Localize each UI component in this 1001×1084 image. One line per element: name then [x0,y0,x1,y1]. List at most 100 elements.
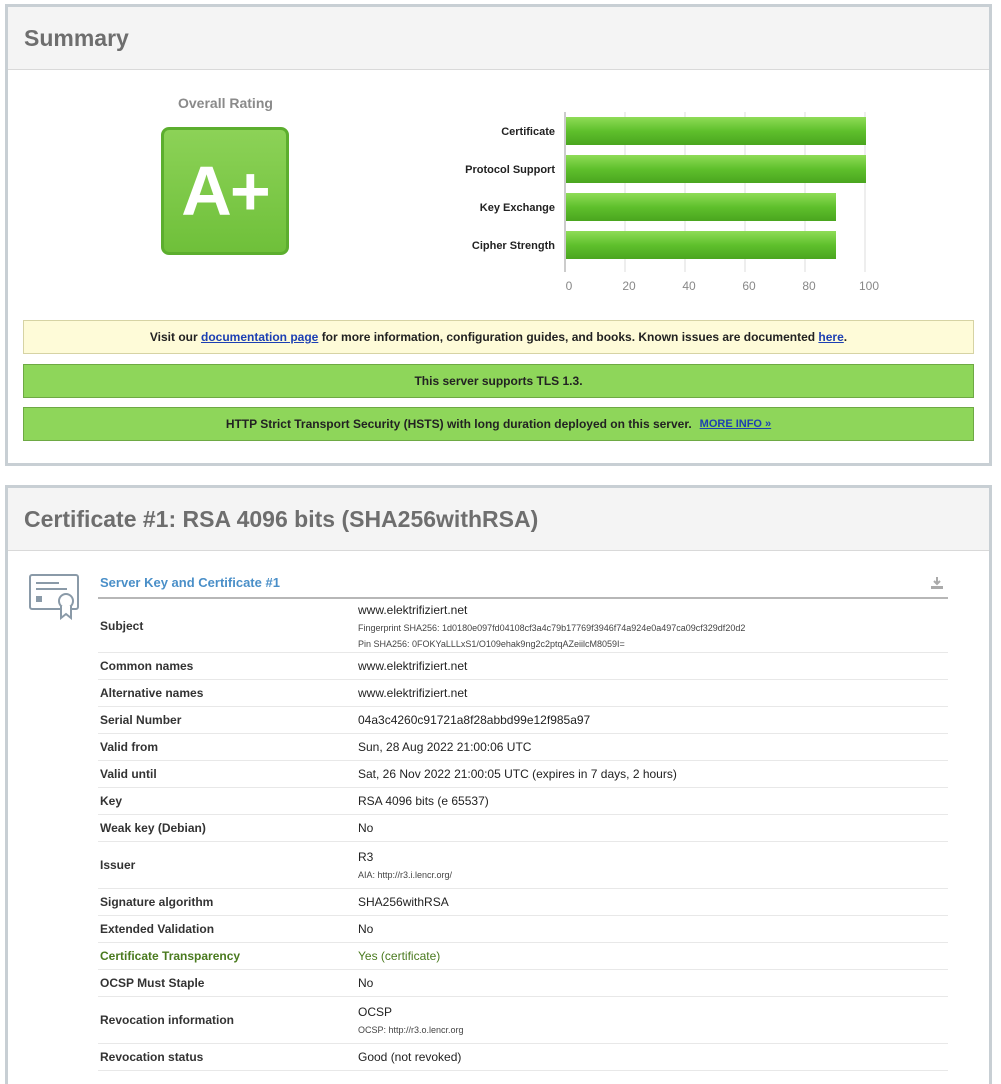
row-key: Common names [100,659,194,673]
chart-category-label: Key Exchange [480,202,555,214]
table-row: Revocation status Good (not revoked) [98,1044,948,1071]
hsts-more-info-link[interactable]: MORE INFO » [700,418,772,430]
row-value: Sun, 28 Aug 2022 21:00:06 UTC [358,740,532,754]
hsts-notice: HTTP Strict Transport Security (HSTS) wi… [23,407,974,441]
chart-x-tick-label: 100 [859,279,879,293]
row-value: Sat, 26 Nov 2022 21:00:05 UTC (expires i… [358,767,677,781]
section-divider [98,597,948,599]
server-key-section-title: Server Key and Certificate #1 [100,575,280,590]
table-row: Extended Validation No [98,916,948,943]
chart-category-label: Certificate [501,126,555,138]
documentation-link[interactable]: documentation page [201,330,318,344]
tls13-text: This server supports TLS 1.3. [414,374,583,388]
chart-category-label: Cipher Strength [472,240,555,252]
overall-rating-label: Overall Rating [178,95,273,111]
row-key: Valid from [100,740,159,754]
row-subvalue: Fingerprint SHA256: 1d0180e097fd04108cf3… [358,623,746,633]
row-value: www.elektrifiziert.net [358,686,468,700]
chart-x-tick-label: 0 [566,279,573,293]
chart-x-tick-label: 20 [622,279,636,293]
table-row: Serial Number 04a3c4260c91721a8f28abbd99e… [98,707,948,734]
row-value-cell: 04a3c4260c91721a8f28abbd99e12f985a97 [358,713,948,727]
summary-panel: Summary Overall Rating A+ 0 20 40 60 80 100 Ce… [5,4,992,466]
row-subvalue: OCSP: http://r3.o.lencr.org [358,1025,464,1035]
row-value-cell: SHA256withRSA [358,895,948,909]
row-key: Signature algorithm [100,895,214,909]
certificate-header: Certificate #1: RSA 4096 bits (SHA256wit… [8,488,989,551]
table-row: Valid from Sun, 28 Aug 2022 21:00:06 UTC [98,734,948,761]
docs-suffix: . [843,330,848,344]
row-value-cell: www.elektrifiziert.net [358,659,948,673]
row-value: www.elektrifiziert.net [358,659,468,673]
row-value-cell: Yes (certificate) [358,949,948,963]
row-key: Revocation information [100,1013,235,1027]
chart-category-label: Protocol Support [465,164,555,176]
known-issues-link[interactable]: here [818,330,843,344]
table-row: Subject www.elektrifiziert.net Fingerprint… [98,600,948,653]
row-value-cell: Sun, 28 Aug 2022 21:00:06 UTC [358,740,948,754]
row-key: OCSP Must Staple [100,976,205,990]
table-row: Revocation information OCSP OCSP: http://r… [98,997,948,1044]
row-value: www.elektrifiziert.net [358,603,468,617]
chart-x-tick-label: 40 [682,279,696,293]
chart-x-tick-label: 80 [802,279,816,293]
table-row: Alternative names www.elektrifiziert.net [98,680,948,707]
certificate-details-table: Subject www.elektrifiziert.net Fingerprint… [98,600,948,1071]
row-value-cell: No [358,922,948,936]
table-row: Key RSA 4096 bits (e 65537) [98,788,948,815]
row-key: Extended Validation [100,922,215,936]
row-value-cell: RSA 4096 bits (e 65537) [358,794,948,808]
certificate-panel: Certificate #1: RSA 4096 bits (SHA256wit… [5,485,992,1084]
row-key: Serial Number [100,713,182,727]
table-row: Issuer R3 AIA: http://r3.i.lencr.org/ [98,842,948,889]
summary-title: Summary [24,24,129,51]
table-row: OCSP Must Staple No [98,970,948,997]
row-key: Issuer [100,858,136,872]
table-row: Certificate Transparency Yes (certificate… [98,943,948,970]
rating-bar-chart: 0 20 40 60 80 100 Certificate Protocol Support K… [465,112,879,293]
download-icon[interactable] [930,576,944,590]
row-value-cell: Good (not revoked) [358,1050,948,1064]
table-row: Common names www.elektrifiziert.net [98,653,948,680]
row-key: Valid until [100,767,157,781]
row-value: No [358,821,374,835]
grade-text: A+ [181,152,270,230]
tls13-notice: This server supports TLS 1.3. [23,364,974,398]
chart-bar-cipher-strength [566,231,836,259]
row-key: Revocation status [100,1050,204,1064]
row-subvalue: Pin SHA256: 0FOKYaLLLxS1/O109ehak9ng2c2p… [358,639,625,649]
row-value-cell: R3 AIA: http://r3.i.lencr.org/ [358,850,948,880]
row-value: SHA256withRSA [358,895,449,909]
docs-middle: for more information, configuration guid… [321,330,816,344]
row-key: Alternative names [100,686,204,700]
row-value: No [358,976,374,990]
row-key: Certificate Transparency [100,949,241,963]
table-row: Weak key (Debian) No [98,815,948,842]
row-value-cell: No [358,976,948,990]
row-value-cell: www.elektrifiziert.net [358,686,948,700]
row-value: RSA 4096 bits (e 65537) [358,794,489,808]
row-value: 04a3c4260c91721a8f28abbd99e12f985a97 [358,713,591,727]
row-value: OCSP [358,1005,393,1019]
row-key: Subject [100,619,144,633]
row-value: Yes (certificate) [358,949,441,963]
chart-bar-protocol-support [566,155,866,183]
hsts-text: HTTP Strict Transport Security (HSTS) wi… [225,417,692,431]
row-subvalue: AIA: http://r3.i.lencr.org/ [358,870,453,880]
row-value-cell: www.elektrifiziert.net Fingerprint SHA256… [358,603,948,649]
chart-x-tick-label: 60 [742,279,756,293]
row-value-cell: No [358,821,948,835]
chart-bar-certificate [566,117,866,145]
row-value-cell: OCSP OCSP: http://r3.o.lencr.org [358,1005,948,1035]
row-key: Key [100,794,123,808]
row-value: No [358,922,374,936]
row-key: Weak key (Debian) [100,821,206,835]
row-value-cell: Sat, 26 Nov 2022 21:00:05 UTC (expires i… [358,767,948,781]
docs-prefix: Visit our [149,330,198,344]
summary-header: Summary [8,7,989,70]
certificate-icon [29,574,79,620]
certificate-title: Certificate #1: RSA 4096 bits (SHA256wit… [24,505,539,532]
grade-badge: A+ [161,127,289,255]
row-value: Good (not revoked) [358,1050,462,1064]
row-value: R3 [358,850,374,864]
